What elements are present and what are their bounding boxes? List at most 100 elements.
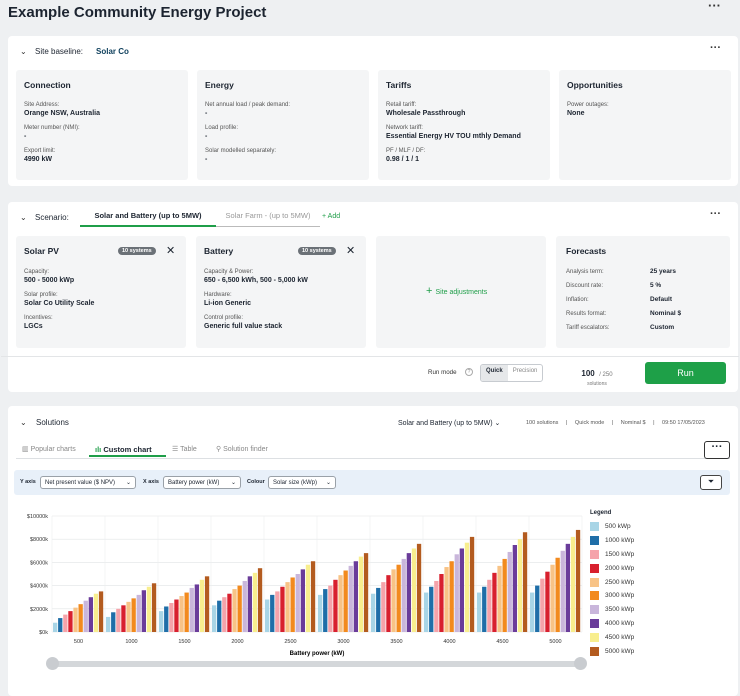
colour-select[interactable]: Solar size (kWp) ⌄ [268,476,336,489]
bar[interactable] [310,561,316,632]
bar[interactable] [212,605,217,632]
bar[interactable] [300,569,305,632]
bar[interactable] [217,600,222,632]
legend-item[interactable]: 4000 kWp [590,617,634,631]
legend-item[interactable]: 1500 kWp [590,548,634,562]
bar[interactable] [323,589,328,632]
bar[interactable] [469,536,475,632]
bar[interactable] [535,585,540,632]
bar[interactable] [386,575,391,632]
site-adjustments-button[interactable]: + Site adjustments [426,285,487,297]
bar[interactable] [146,586,152,632]
bar[interactable] [477,592,482,632]
help-icon[interactable]: ? [465,368,473,376]
bar[interactable] [328,585,333,632]
bar[interactable] [305,564,311,632]
bar[interactable] [179,596,184,632]
bar[interactable] [411,548,417,632]
bar[interactable] [424,592,429,632]
bar[interactable] [376,587,381,632]
add-scenario-button[interactable]: + Add [322,213,340,220]
ellipsis-icon[interactable]: ··· [708,0,721,13]
tab-solution-finder[interactable]: ⚲ Solution finder [216,445,268,453]
chevron-down-icon[interactable]: ⌄ [20,213,27,222]
site-adjustments-card[interactable]: + Site adjustments [376,236,546,348]
legend-item[interactable]: 3000 kWp [590,589,634,603]
y-axis-select[interactable]: Net present value ($ NPV) ⌄ [40,476,136,489]
bar[interactable] [565,543,570,632]
bar[interactable] [575,529,581,632]
bar[interactable] [497,565,502,632]
tab-popular-charts[interactable]: ▥ Popular charts [22,445,76,453]
bar[interactable] [141,590,146,632]
bar[interactable] [222,597,227,632]
site-name[interactable]: Solar Co [96,47,129,56]
range-slider-track[interactable] [52,661,581,667]
bar[interactable] [348,565,353,632]
bar[interactable] [270,594,275,632]
run-mode-toggle[interactable]: Quick Precision [480,364,544,382]
bar[interactable] [78,604,83,632]
run-button[interactable]: Run [645,362,726,384]
tab-solar-and-battery[interactable]: Solar and Battery (up to 5MW) [80,211,216,227]
bar[interactable] [169,603,174,632]
bar[interactable] [381,582,386,632]
bar[interactable] [396,564,401,632]
bar[interactable] [73,607,78,632]
bar[interactable] [257,568,263,632]
bar[interactable] [295,574,300,632]
bar[interactable] [391,569,396,632]
bar[interactable] [371,593,376,632]
range-slider-handle-start[interactable] [46,657,59,670]
bar[interactable] [318,594,323,632]
bar[interactable] [502,558,507,632]
x-axis-select[interactable]: Battery power (kW) ⌄ [163,476,241,489]
bar[interactable] [560,550,565,632]
scenario-select[interactable]: Solar and Battery (up to 5MW) ⌄ [398,419,500,427]
bar[interactable] [93,593,99,632]
bar[interactable] [555,557,560,632]
legend-item[interactable]: 1000 kWp [590,534,634,548]
bar[interactable] [429,586,434,632]
bar[interactable] [199,579,205,632]
filter-button[interactable]: ⏷ [700,475,722,490]
bar[interactable] [204,576,210,632]
bar[interactable] [343,570,348,632]
tab-custom-chart[interactable]: ılı Custom chart [89,441,166,457]
bar[interactable] [540,578,545,632]
bar[interactable] [280,586,285,632]
bar[interactable] [285,582,290,632]
bar[interactable] [507,551,512,632]
bar[interactable] [454,554,459,632]
bar[interactable] [126,601,131,632]
bar[interactable] [439,574,444,632]
tab-table[interactable]: ☰ Table [172,445,197,453]
section-menu-icon[interactable]: ··· [710,42,721,54]
bar[interactable] [522,532,528,632]
bar[interactable] [353,561,358,632]
bar[interactable] [227,593,232,632]
bar[interactable] [545,571,550,632]
close-icon[interactable]: ✕ [346,244,355,257]
bar[interactable] [174,599,179,632]
bar[interactable] [116,608,121,632]
range-slider-handle-end[interactable] [574,657,587,670]
bar[interactable] [194,584,199,632]
bar[interactable] [159,611,164,632]
bar[interactable] [131,598,136,632]
bar[interactable] [136,594,141,632]
bar[interactable] [333,579,338,632]
chevron-down-icon[interactable]: ⌄ [20,47,27,56]
legend-item[interactable]: 500 kWp [590,520,634,534]
bar[interactable] [242,580,247,632]
bar[interactable] [88,597,93,632]
bar[interactable] [363,553,369,632]
bar[interactable] [482,586,487,632]
bar[interactable] [434,580,439,632]
section-menu-icon[interactable]: ··· [710,208,721,220]
bar[interactable] [464,542,470,632]
legend-item[interactable]: 3500 kWp [590,603,634,617]
bar[interactable] [68,611,73,632]
bar[interactable] [406,553,411,632]
bar[interactable] [492,572,497,632]
